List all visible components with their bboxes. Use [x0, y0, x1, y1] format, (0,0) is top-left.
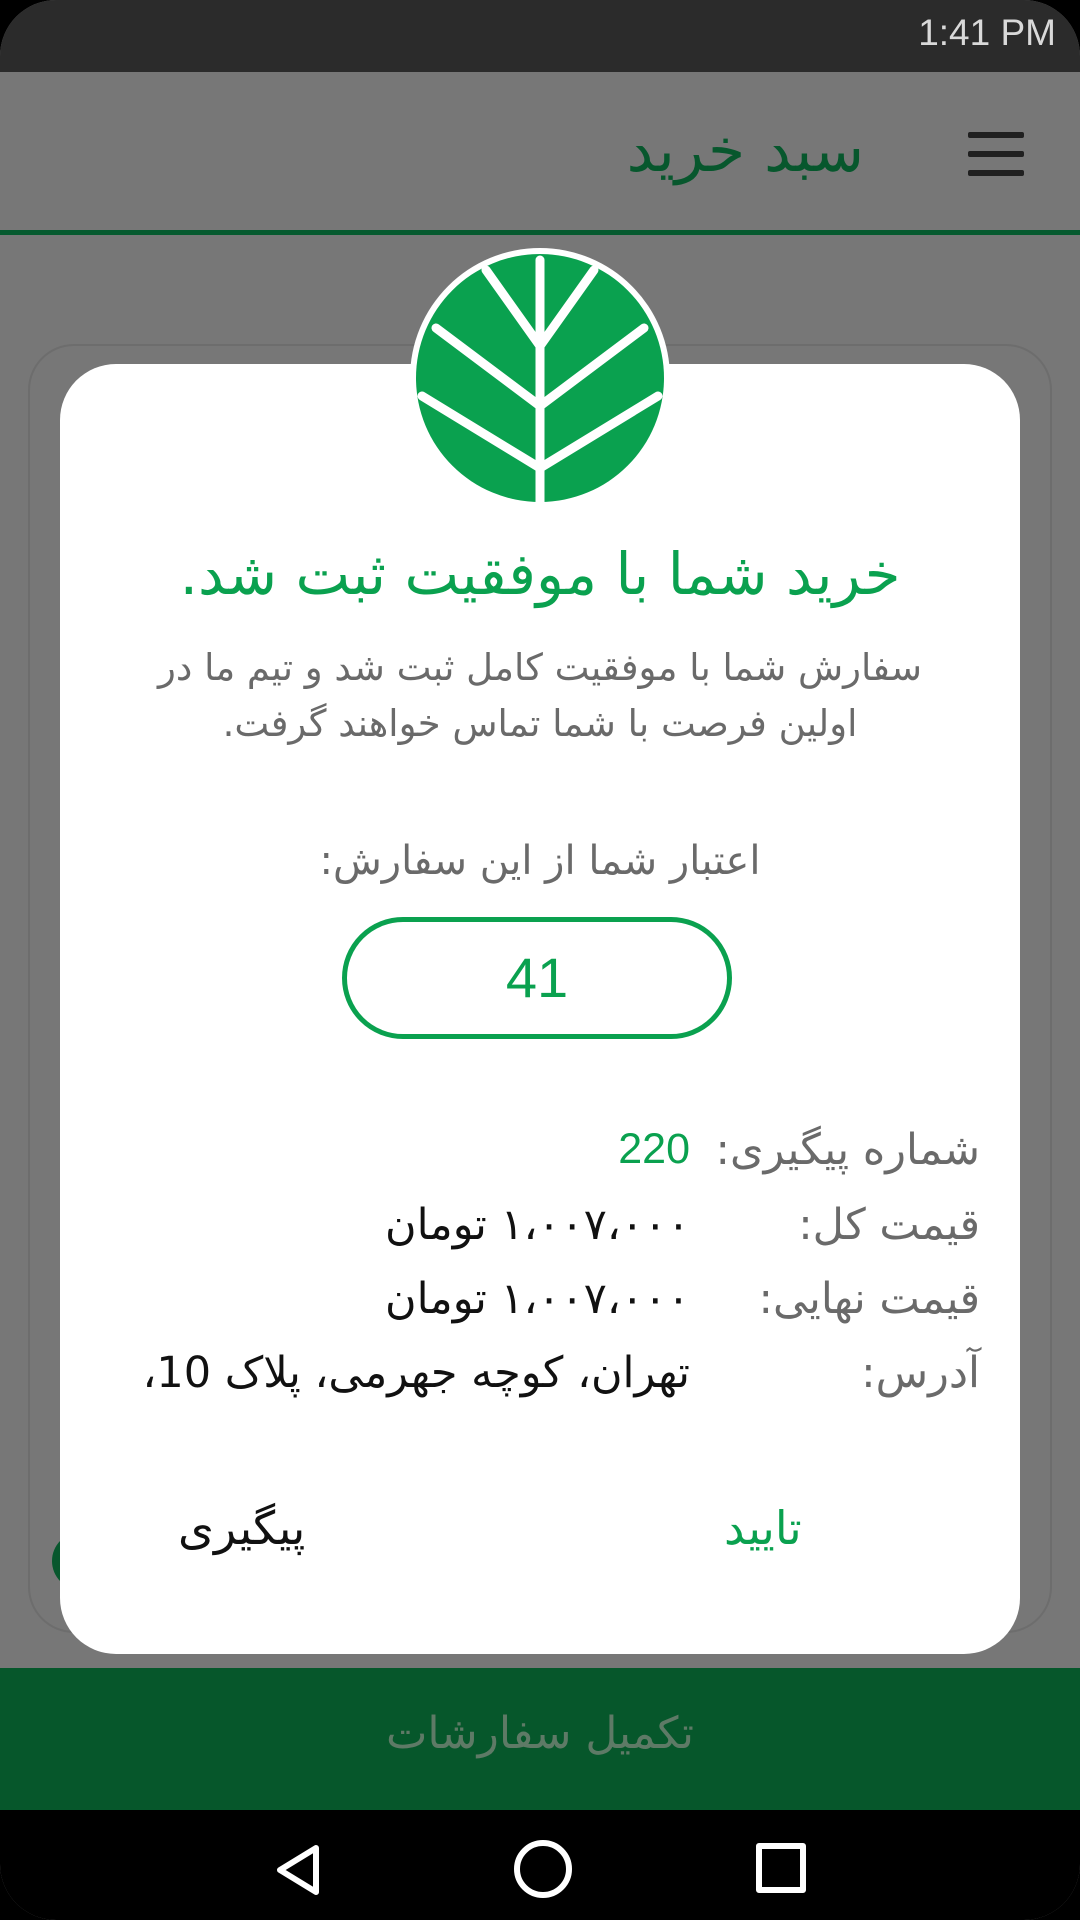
- recents-icon[interactable]: [756, 1843, 806, 1893]
- credit-label: اعتبار شما از این سفارش:: [319, 838, 761, 884]
- phone-screen: 1:41 PM سبد خرید تکمیل سفارشات خرید شما …: [0, 0, 1080, 1920]
- address-value: تهران، کوچه جهرمی، پلاک 10،: [142, 1348, 690, 1398]
- credit-value-badge: 41: [342, 917, 732, 1039]
- status-bar: 1:41 PM: [0, 0, 1080, 72]
- address-row: آدرس: تهران، کوچه جهرمی، پلاک 10،: [100, 1348, 980, 1408]
- back-icon[interactable]: [274, 1844, 322, 1896]
- complete-orders-label: تکمیل سفارشات: [385, 1708, 695, 1759]
- success-title: خرید شما با موفقیت ثبت شد.: [179, 540, 901, 608]
- tracking-label: شماره پیگیری:: [715, 1125, 981, 1175]
- leaf-logo-icon: [408, 246, 672, 510]
- track-order-button[interactable]: پیگیری: [172, 1500, 311, 1556]
- final-price-row: قیمت نهایی: ۱،۰۰۷،۰۰۰ تومان: [100, 1274, 980, 1334]
- app-bar: سبد خرید: [0, 72, 1080, 235]
- tracking-value: 220: [618, 1125, 690, 1173]
- total-price-value: ۱،۰۰۷،۰۰۰ تومان: [385, 1200, 690, 1250]
- confirm-button[interactable]: تایید: [718, 1500, 808, 1556]
- complete-orders-button[interactable]: تکمیل سفارشات: [0, 1668, 1080, 1810]
- home-icon[interactable]: [514, 1840, 572, 1898]
- status-time: 1:41 PM: [918, 12, 1056, 53]
- total-price-label: قیمت کل:: [798, 1200, 980, 1250]
- final-price-label: قیمت نهایی:: [758, 1274, 980, 1324]
- page-title: سبد خرید: [626, 116, 864, 186]
- hamburger-menu-icon[interactable]: [968, 132, 1024, 176]
- navigation-bar: [0, 1810, 1080, 1920]
- success-message: سفارش شما با موفقیت کامل ثبت شد و تیم ما…: [157, 646, 923, 745]
- total-price-row: قیمت کل: ۱،۰۰۷،۰۰۰ تومان: [100, 1200, 980, 1260]
- address-label: آدرس:: [861, 1348, 980, 1398]
- tracking-row: شماره پیگیری: 220: [100, 1125, 980, 1185]
- final-price-value: ۱،۰۰۷،۰۰۰ تومان: [385, 1274, 690, 1324]
